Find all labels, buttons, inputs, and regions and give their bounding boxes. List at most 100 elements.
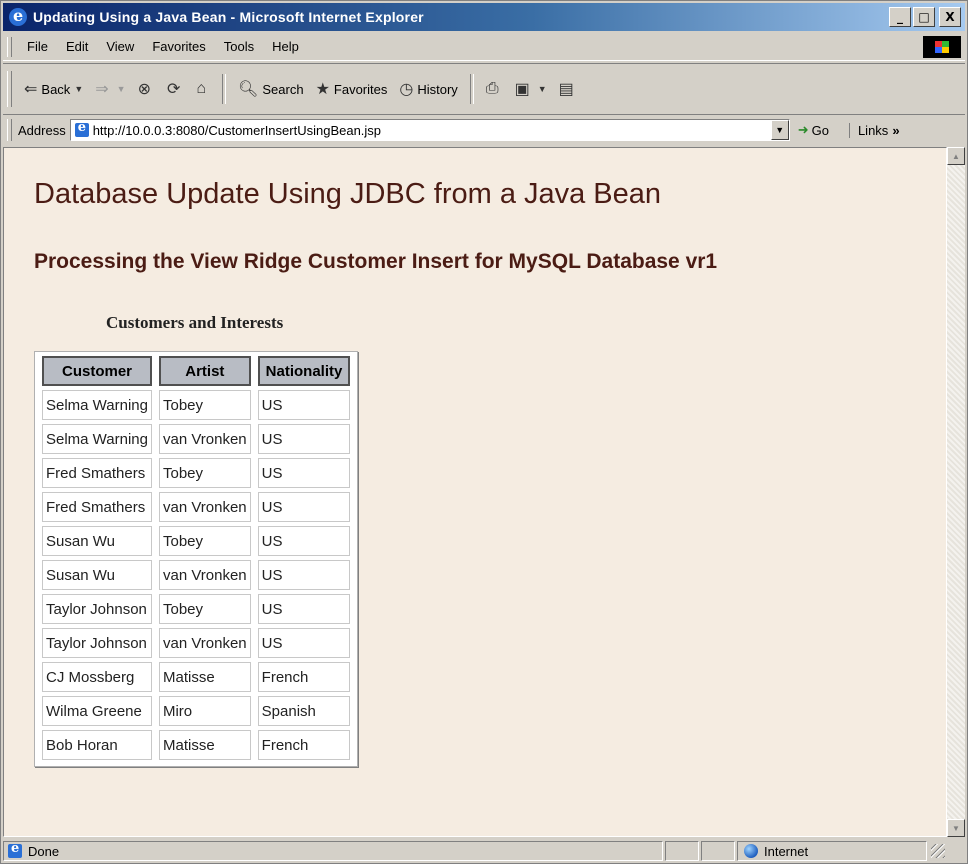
history-button[interactable]: ◷ History: [393, 74, 463, 104]
address-dropdown-icon[interactable]: ▼: [770, 120, 789, 140]
menu-favorites[interactable]: Favorites: [143, 34, 214, 60]
maximize-button[interactable]: □: [913, 7, 935, 27]
back-label: Back: [41, 81, 71, 97]
nationality-cell: US: [257, 424, 351, 454]
windows-logo-icon: [923, 36, 961, 58]
minimize-button[interactable]: _: [889, 7, 911, 27]
menu-help[interactable]: Help: [263, 34, 308, 60]
search-icon: 🔍︎: [238, 81, 259, 98]
artist-cell: Tobey: [158, 458, 251, 488]
page-heading: Database Update Using JDBC from a Java B…: [34, 178, 662, 210]
customer-cell: Susan Wu: [42, 560, 152, 590]
browser-window: Updating Using a Java Bean - Microsoft I…: [0, 0, 968, 864]
resize-grip-icon[interactable]: [931, 844, 945, 858]
history-label: History: [417, 81, 458, 97]
artist-cell: van Vronken: [158, 628, 251, 658]
page-icon: [74, 120, 89, 137]
close-button[interactable]: X: [939, 7, 961, 27]
customer-cell: Fred Smathers: [42, 458, 152, 488]
table-header-row: Customer Artist Nationality: [42, 356, 351, 386]
artist-cell: van Vronken: [158, 492, 251, 522]
customer-cell: CJ Mossberg: [42, 662, 152, 692]
table-row: Selma Warning van Vronken US: [42, 424, 351, 454]
column-header-artist: Artist: [158, 356, 251, 386]
address-input[interactable]: http://10.0.0.3:8080/CustomerInsertUsing…: [69, 119, 790, 141]
title-bar[interactable]: Updating Using a Java Bean - Microsoft I…: [3, 3, 965, 31]
back-button[interactable]: ⇐ Back ▼: [18, 74, 89, 104]
ie-logo-icon: [9, 6, 27, 26]
back-dropdown-icon[interactable]: ▼: [74, 84, 83, 94]
table-row: Susan Wu Tobey US: [42, 526, 351, 556]
artist-cell: Tobey: [158, 594, 251, 624]
table-row: Taylor Johnson Tobey US: [42, 594, 351, 624]
vertical-scrollbar[interactable]: ▲ ▼: [947, 147, 965, 837]
globe-icon: [744, 844, 758, 858]
customer-cell: Taylor Johnson: [42, 594, 152, 624]
address-bar: Address http://10.0.0.3:8080/CustomerIns…: [3, 114, 965, 145]
artist-cell: Tobey: [158, 526, 251, 556]
table-row: Bob Horan Matisse French: [42, 730, 351, 760]
edit-icon: ▣: [514, 81, 530, 98]
go-arrow-icon: ➜: [797, 122, 809, 137]
nationality-cell: US: [257, 560, 351, 590]
artist-cell: van Vronken: [158, 424, 251, 454]
table-row: Susan Wu van Vronken US: [42, 560, 351, 590]
edit-button[interactable]: ▣ ▼: [509, 74, 553, 104]
links-button[interactable]: Links »: [848, 122, 900, 138]
table-row: Selma Warning Tobey US: [42, 390, 351, 420]
go-label: Go: [811, 122, 829, 138]
customer-cell: Fred Smathers: [42, 492, 152, 522]
discuss-button[interactable]: ▤: [553, 74, 584, 104]
search-button[interactable]: 🔍︎ Search: [232, 74, 310, 104]
table-row: CJ Mossberg Matisse French: [42, 662, 351, 692]
nationality-cell: French: [257, 662, 351, 692]
toolbar-grip[interactable]: [7, 71, 12, 107]
scroll-down-icon[interactable]: ▼: [947, 819, 965, 837]
history-icon: ◷: [399, 81, 414, 98]
address-label: Address: [18, 122, 66, 138]
stop-icon: ⊗: [137, 81, 151, 98]
menu-tools[interactable]: Tools: [215, 34, 263, 60]
status-progress-cell: [665, 841, 699, 861]
table-row: Taylor Johnson van Vronken US: [42, 628, 351, 658]
menu-view[interactable]: View: [97, 34, 143, 60]
print-button[interactable]: ⎙: [480, 74, 509, 104]
status-text: Done: [28, 843, 60, 859]
scroll-up-icon[interactable]: ▲: [947, 147, 965, 165]
refresh-button[interactable]: ⟳: [161, 74, 190, 104]
customer-cell: Selma Warning: [42, 390, 152, 420]
go-button[interactable]: ➜ Go: [798, 122, 829, 138]
standard-toolbar: ⇐ Back ▼ ⇒ ▼ ⊗ ⟳ ⌂ 🔍︎ Search ★ Favorites…: [3, 63, 965, 115]
column-header-customer: Customer: [42, 356, 152, 386]
forward-button[interactable]: ⇒ ▼: [89, 74, 131, 104]
page-icon: [8, 841, 22, 858]
status-security-cell: [701, 841, 735, 861]
status-text-area: Done: [3, 841, 663, 861]
menu-bar: File Edit View Favorites Tools Help: [3, 34, 965, 61]
edit-dropdown-icon[interactable]: ▼: [538, 84, 547, 94]
links-label: Links: [857, 122, 889, 138]
menu-file[interactable]: File: [18, 34, 57, 60]
address-grip[interactable]: [7, 119, 12, 141]
forward-dropdown-icon[interactable]: ▼: [117, 84, 126, 94]
menu-grip[interactable]: [7, 37, 12, 57]
nationality-cell: US: [257, 628, 351, 658]
nationality-cell: US: [257, 594, 351, 624]
page-content: Database Update Using JDBC from a Java B…: [3, 147, 947, 837]
document-icon: ▤: [558, 81, 574, 98]
toolbar-separator: [222, 74, 227, 104]
menu-edit[interactable]: Edit: [57, 34, 97, 60]
home-icon: ⌂: [196, 80, 207, 97]
customer-cell: Taylor Johnson: [42, 628, 152, 658]
customer-cell: Selma Warning: [42, 424, 152, 454]
table-row: Wilma Greene Miro Spanish: [42, 696, 351, 726]
favorites-label: Favorites: [333, 81, 388, 97]
table-row: Fred Smathers Tobey US: [42, 458, 351, 488]
address-url[interactable]: http://10.0.0.3:8080/CustomerInsertUsing…: [93, 123, 381, 138]
nationality-cell: French: [257, 730, 351, 760]
artist-cell: Miro: [158, 696, 251, 726]
home-button[interactable]: ⌂: [190, 74, 216, 104]
stop-button[interactable]: ⊗: [132, 74, 161, 104]
favorites-button[interactable]: ★ Favorites: [310, 74, 394, 104]
status-bar: Done Internet: [3, 839, 965, 863]
